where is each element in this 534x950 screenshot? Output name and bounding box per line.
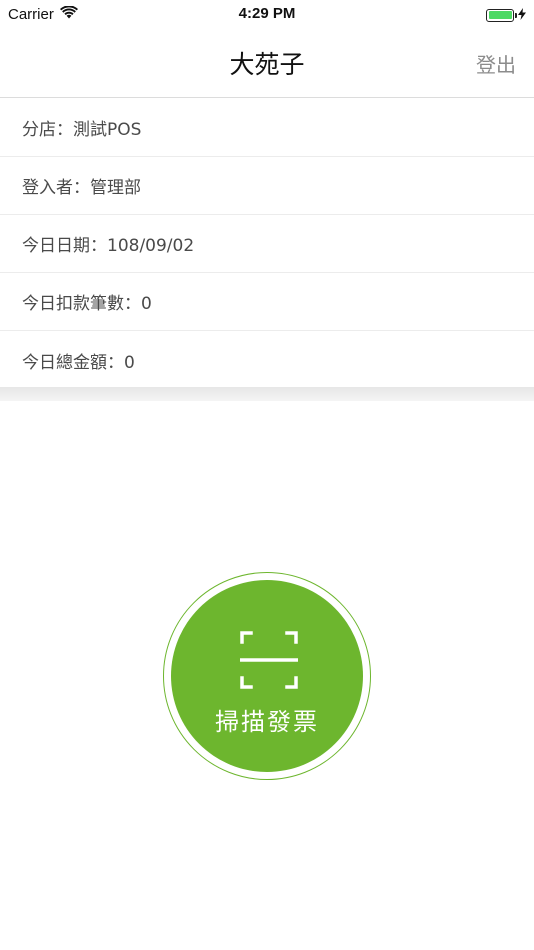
today-deductions-row: 今日扣款筆數：0: [0, 273, 534, 331]
scan-button-circle[interactable]: 掃描發票: [171, 580, 363, 772]
page-title: 大苑子: [229, 50, 305, 79]
charging-bolt-icon: [518, 6, 526, 24]
logout-button[interactable]: 登出: [476, 49, 516, 78]
scan-invoice-button[interactable]: 掃描發票: [163, 572, 371, 780]
status-bar-right: [486, 6, 526, 24]
scan-button-label: 掃描發票: [215, 708, 319, 736]
status-time: 4:29 PM: [238, 5, 296, 22]
login-user-row: 登入者：管理部: [0, 157, 534, 215]
branch-row: 分店：測試POS: [0, 99, 534, 157]
scan-frame-icon: [239, 631, 299, 689]
today-date-row: 今日日期：108/09/02: [0, 215, 534, 273]
section-divider: [0, 387, 534, 401]
navigation-bar: 大苑子 登出: [0, 28, 534, 98]
battery-icon: [486, 8, 517, 22]
battery-level-fill: [488, 11, 512, 19]
today-total-row: 今日總金額：0: [22, 352, 135, 373]
battery-cap: [515, 12, 517, 18]
status-bar: Carrier 4:29 PM: [0, 0, 534, 28]
info-list: 分店：測試POS 登入者：管理部 今日日期：108/09/02 今日扣款筆數：0…: [0, 99, 534, 389]
